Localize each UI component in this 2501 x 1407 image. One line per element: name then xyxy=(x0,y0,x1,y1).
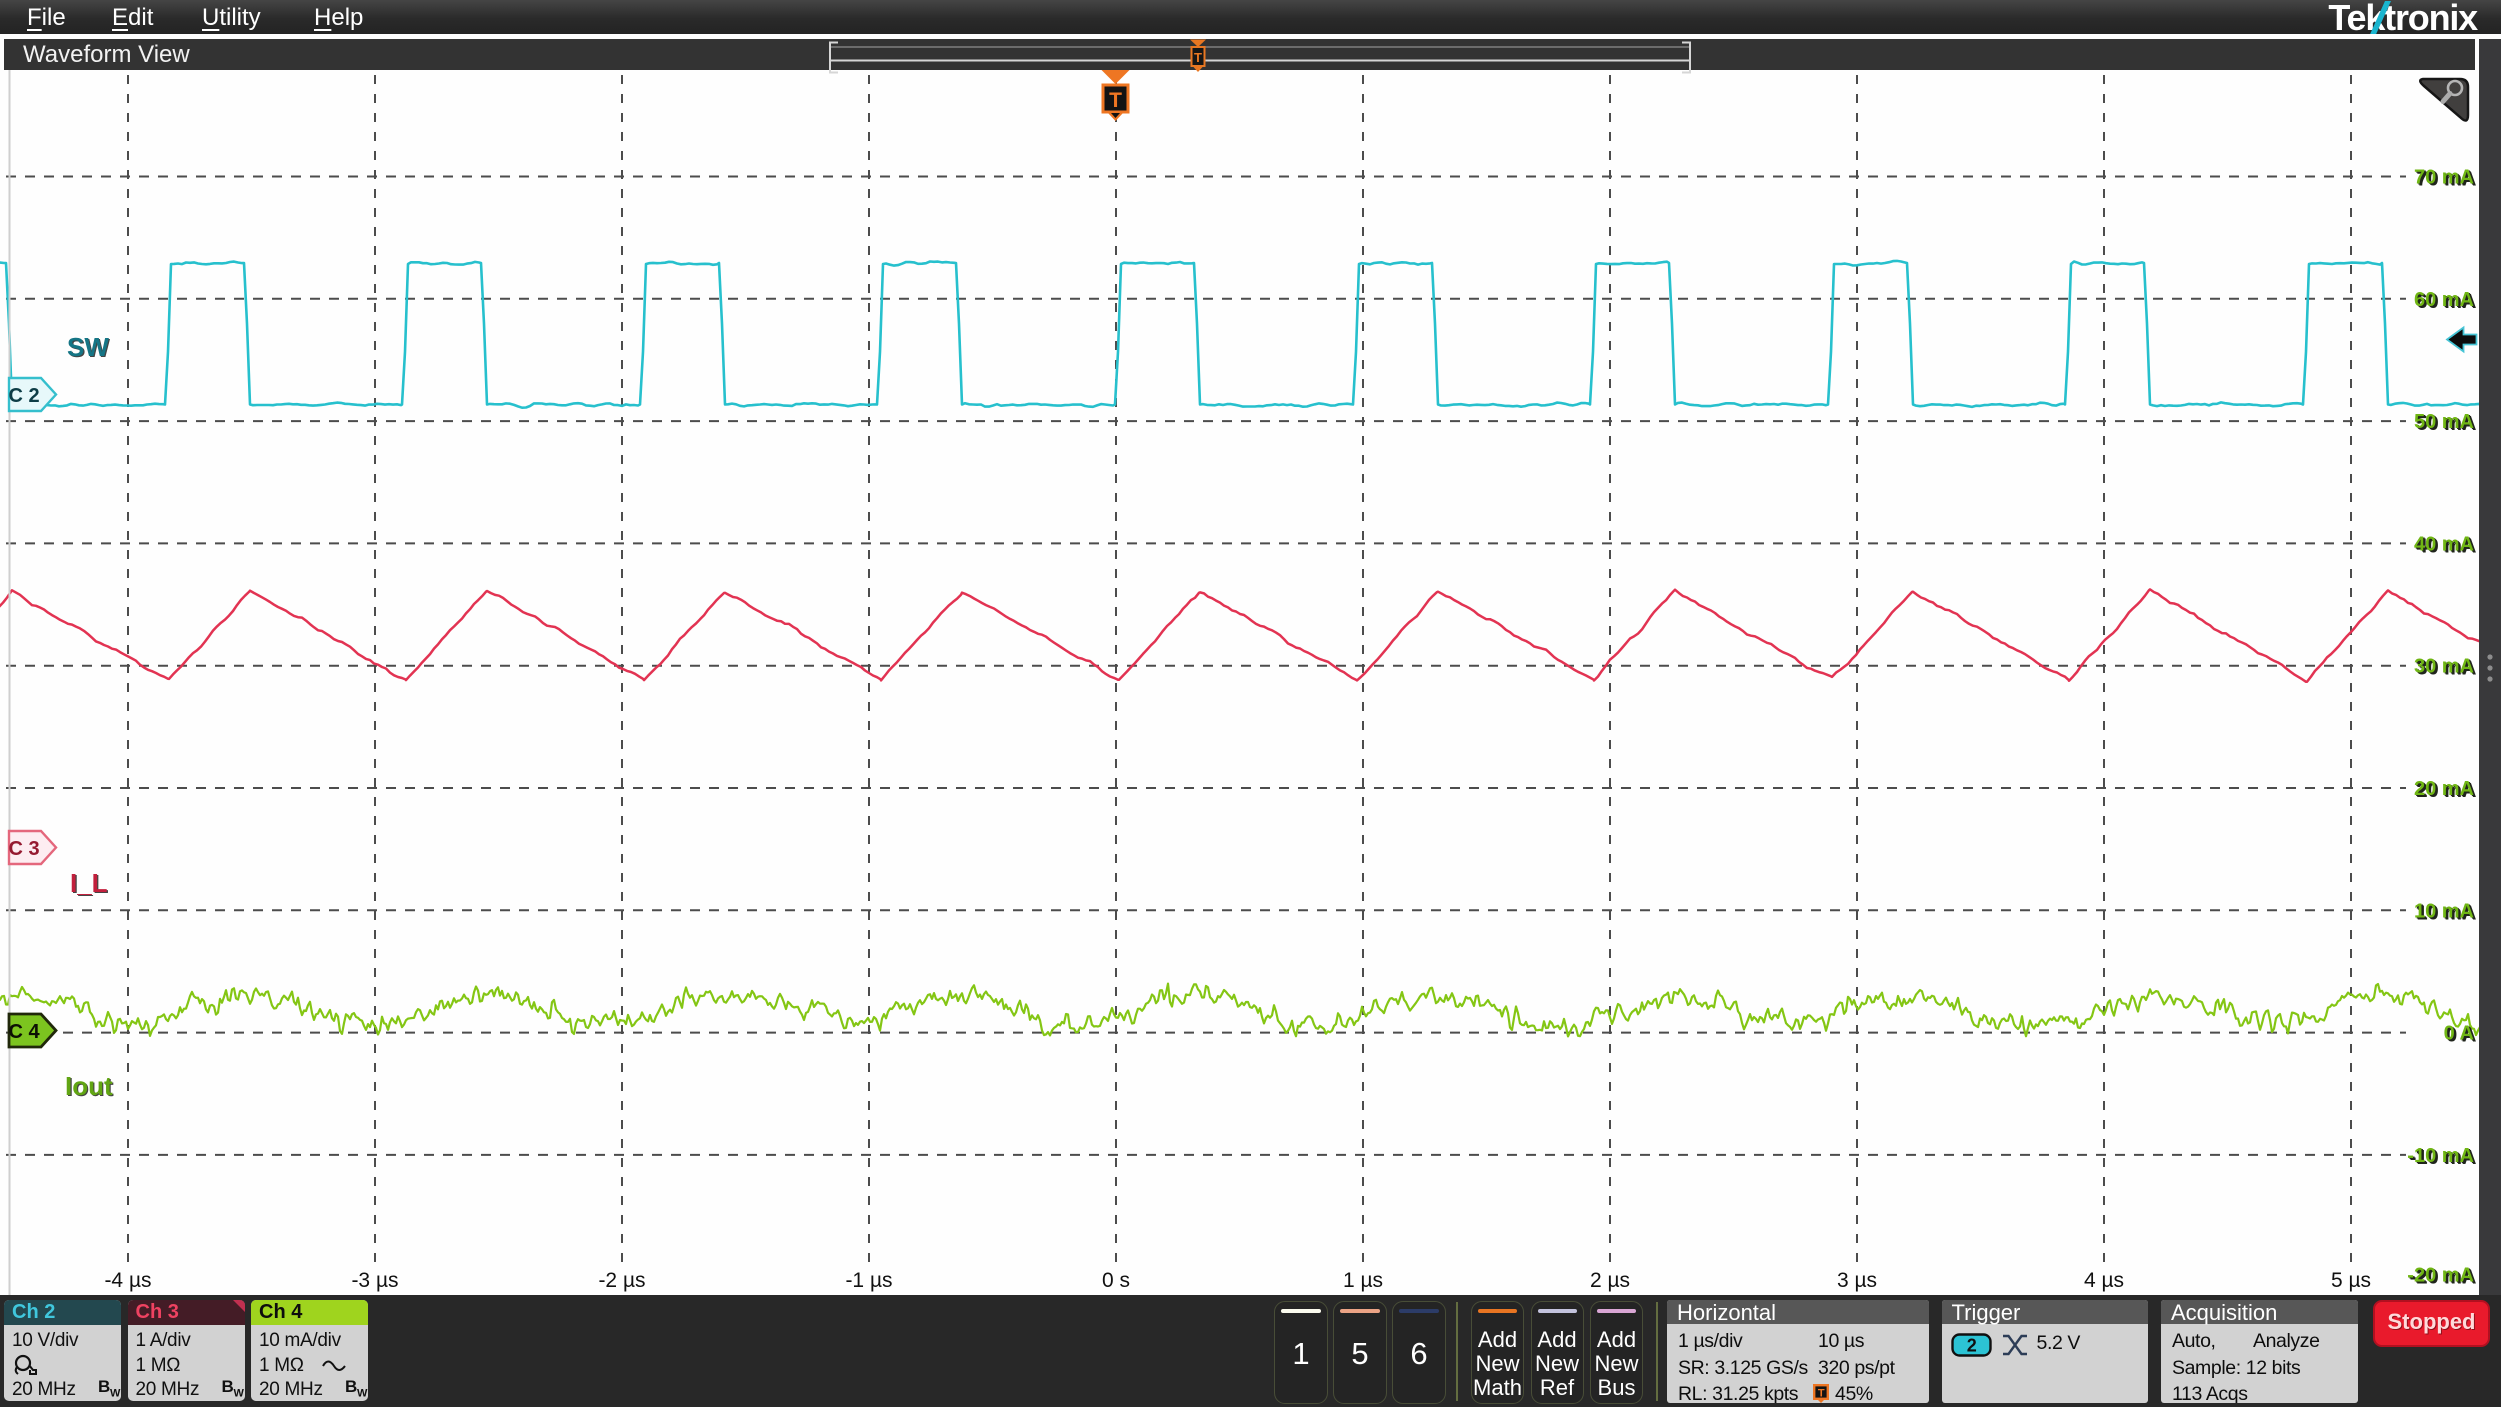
svg-text:0 A: 0 A xyxy=(2444,1023,2474,1045)
svg-text:2 µs: 2 µs xyxy=(1590,1269,1630,1292)
svg-text:C 4: C 4 xyxy=(8,1021,40,1043)
svg-text:-20 mA: -20 mA xyxy=(2407,1265,2474,1287)
svg-text:5 µs: 5 µs xyxy=(2331,1269,2371,1292)
svg-text:30 mA: 30 mA xyxy=(2414,656,2474,678)
svg-text:4 µs: 4 µs xyxy=(2084,1269,2124,1292)
svg-text:3 µs: 3 µs xyxy=(1837,1269,1877,1292)
svg-text:-4 µs: -4 µs xyxy=(104,1269,151,1292)
svg-text:C 2: C 2 xyxy=(8,385,39,407)
svg-text:2: 2 xyxy=(1966,1335,1976,1355)
svg-text:40 mA: 40 mA xyxy=(2414,533,2474,555)
svg-text:T: T xyxy=(1818,1387,1825,1399)
svg-text:20 mA: 20 mA xyxy=(2414,778,2474,800)
svg-text:T: T xyxy=(1109,89,1122,112)
svg-text:60 mA: 60 mA xyxy=(2414,289,2474,311)
svg-text:0 s: 0 s xyxy=(1102,1269,1130,1292)
svg-text:10 mA: 10 mA xyxy=(2414,900,2474,922)
svg-text:T: T xyxy=(1194,50,1202,65)
svg-text:-10 mA: -10 mA xyxy=(2407,1145,2474,1167)
svg-text:-1 µs: -1 µs xyxy=(845,1269,892,1292)
svg-text:1 µs: 1 µs xyxy=(1343,1269,1383,1292)
svg-text:C 3: C 3 xyxy=(8,838,39,860)
svg-text:-2 µs: -2 µs xyxy=(598,1269,645,1292)
svg-text:70 mA: 70 mA xyxy=(2414,167,2474,189)
svg-text:-3 µs: -3 µs xyxy=(351,1269,398,1292)
svg-text:50 mA: 50 mA xyxy=(2414,411,2474,433)
